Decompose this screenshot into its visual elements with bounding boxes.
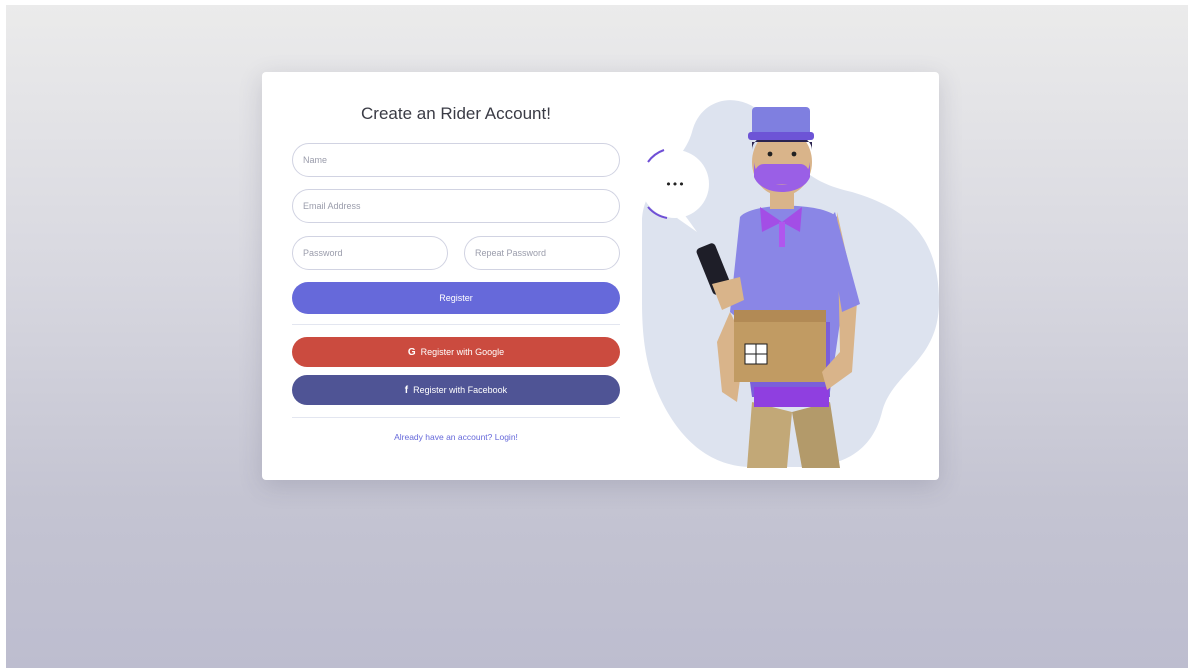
delivery-rider-illustration: ••• (641, 100, 939, 468)
password-input[interactable] (292, 236, 448, 270)
google-button-label: Register with Google (420, 347, 505, 357)
login-link[interactable]: Already have an account? Login! (292, 432, 620, 442)
facebook-icon: f (404, 384, 409, 396)
email-input[interactable] (292, 189, 620, 223)
page-title: Create an Rider Account! (361, 104, 551, 123)
repeat-password-input[interactable] (464, 236, 620, 270)
name-input[interactable] (292, 143, 620, 177)
register-google-button[interactable]: G Register with Google (292, 337, 620, 367)
divider (292, 417, 620, 418)
register-card: Create an Rider Account! Register G Regi… (262, 72, 939, 480)
delivery-illustration: ••• (641, 72, 939, 480)
register-button-label: Register (439, 293, 473, 303)
register-facebook-button[interactable]: f Register with Facebook (292, 375, 620, 405)
google-icon: G (407, 346, 416, 358)
facebook-button-label: Register with Facebook (413, 385, 508, 395)
divider (292, 324, 620, 325)
speech-dots-icon: ••• (665, 178, 684, 191)
register-form: Create an Rider Account! Register G Regi… (292, 72, 620, 480)
register-button[interactable]: Register (292, 282, 620, 314)
